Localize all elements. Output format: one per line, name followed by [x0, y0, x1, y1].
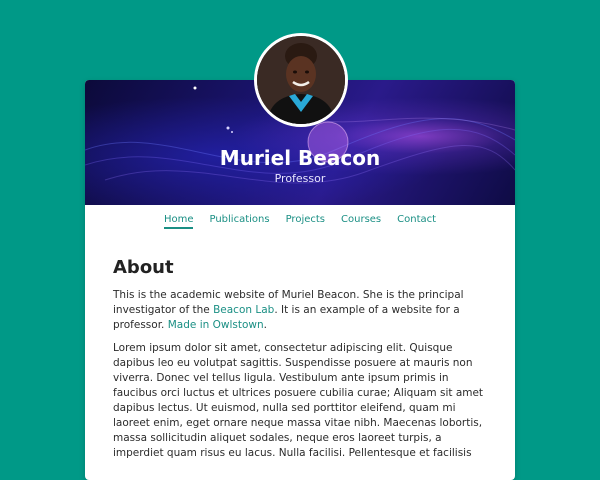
profile-photo: [257, 36, 345, 124]
profile-name: Muriel Beacon: [219, 146, 381, 170]
nav-contact[interactable]: Contact: [397, 214, 436, 227]
intro-text-3: .: [263, 319, 267, 331]
owlstown-link[interactable]: Made in Owlstown: [168, 319, 264, 331]
profile-card: Muriel Beacon Professor Home Publication…: [85, 80, 515, 480]
intro-paragraph: This is the academic website of Muriel B…: [113, 288, 487, 333]
lorem-paragraph: Lorem ipsum dolor sit amet, consectetur …: [113, 342, 484, 459]
nav-home[interactable]: Home: [163, 214, 194, 229]
profile-role: Professor: [274, 172, 326, 185]
beacon-lab-link[interactable]: Beacon Lab: [213, 304, 274, 316]
about-heading: About: [113, 257, 174, 278]
about-section: About This is the academic website of Mu…: [85, 257, 515, 461]
nav-projects[interactable]: Projects: [286, 214, 325, 227]
avatar: [254, 33, 348, 127]
nav-courses[interactable]: Courses: [341, 214, 381, 227]
main-nav: Home Publications Projects Courses Conta…: [85, 205, 515, 253]
nav-publications[interactable]: Publications: [209, 214, 269, 227]
